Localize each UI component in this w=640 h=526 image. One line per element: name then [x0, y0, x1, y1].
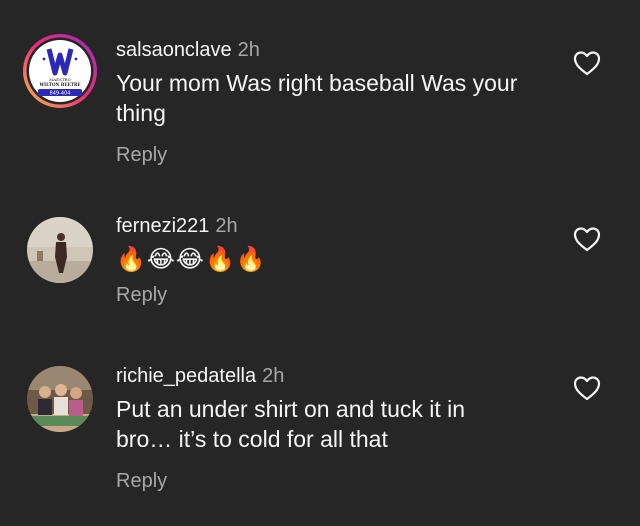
- timestamp: 2h: [215, 215, 238, 237]
- avatar[interactable]: MAESTRO WILTON BEETRE 849-404: [22, 33, 98, 109]
- heart-outline-icon: [573, 227, 601, 252]
- timestamp: 2h: [237, 39, 260, 61]
- reply-button[interactable]: Reply: [116, 470, 167, 493]
- svg-text:WILTON BEETRE: WILTON BEETRE: [38, 82, 80, 87]
- heart-outline-icon: [573, 51, 601, 76]
- like-button[interactable]: [573, 50, 601, 76]
- comment-meta: salsaonclave 2h: [116, 38, 536, 62]
- comment-text: 🔥😂😂🔥🔥: [116, 245, 267, 273]
- svg-text:849-404: 849-404: [50, 91, 71, 97]
- avatar-logo-image: MAESTRO WILTON BEETRE 849-404: [23, 34, 97, 108]
- like-button[interactable]: [573, 226, 601, 252]
- avatar[interactable]: [27, 217, 93, 283]
- username[interactable]: richie_pedatella: [116, 365, 256, 387]
- avatar-photo: [27, 366, 93, 432]
- comment-text: Put an under shirt on and tuck it in bro…: [116, 396, 466, 452]
- reply-button[interactable]: Reply: [116, 144, 167, 167]
- username[interactable]: fernezi221: [116, 215, 209, 237]
- reply-button[interactable]: Reply: [116, 284, 167, 307]
- comment-meta: richie_pedatella 2h: [116, 364, 536, 388]
- like-button[interactable]: [573, 375, 601, 401]
- avatar-photo: [27, 217, 93, 283]
- heart-outline-icon: [573, 376, 601, 401]
- username[interactable]: salsaonclave: [116, 39, 232, 61]
- avatar[interactable]: [27, 366, 93, 432]
- comment-meta: fernezi221 2h: [116, 214, 536, 238]
- comment-text: Your mom Was right baseball Was your thi…: [116, 70, 518, 126]
- timestamp: 2h: [262, 365, 285, 387]
